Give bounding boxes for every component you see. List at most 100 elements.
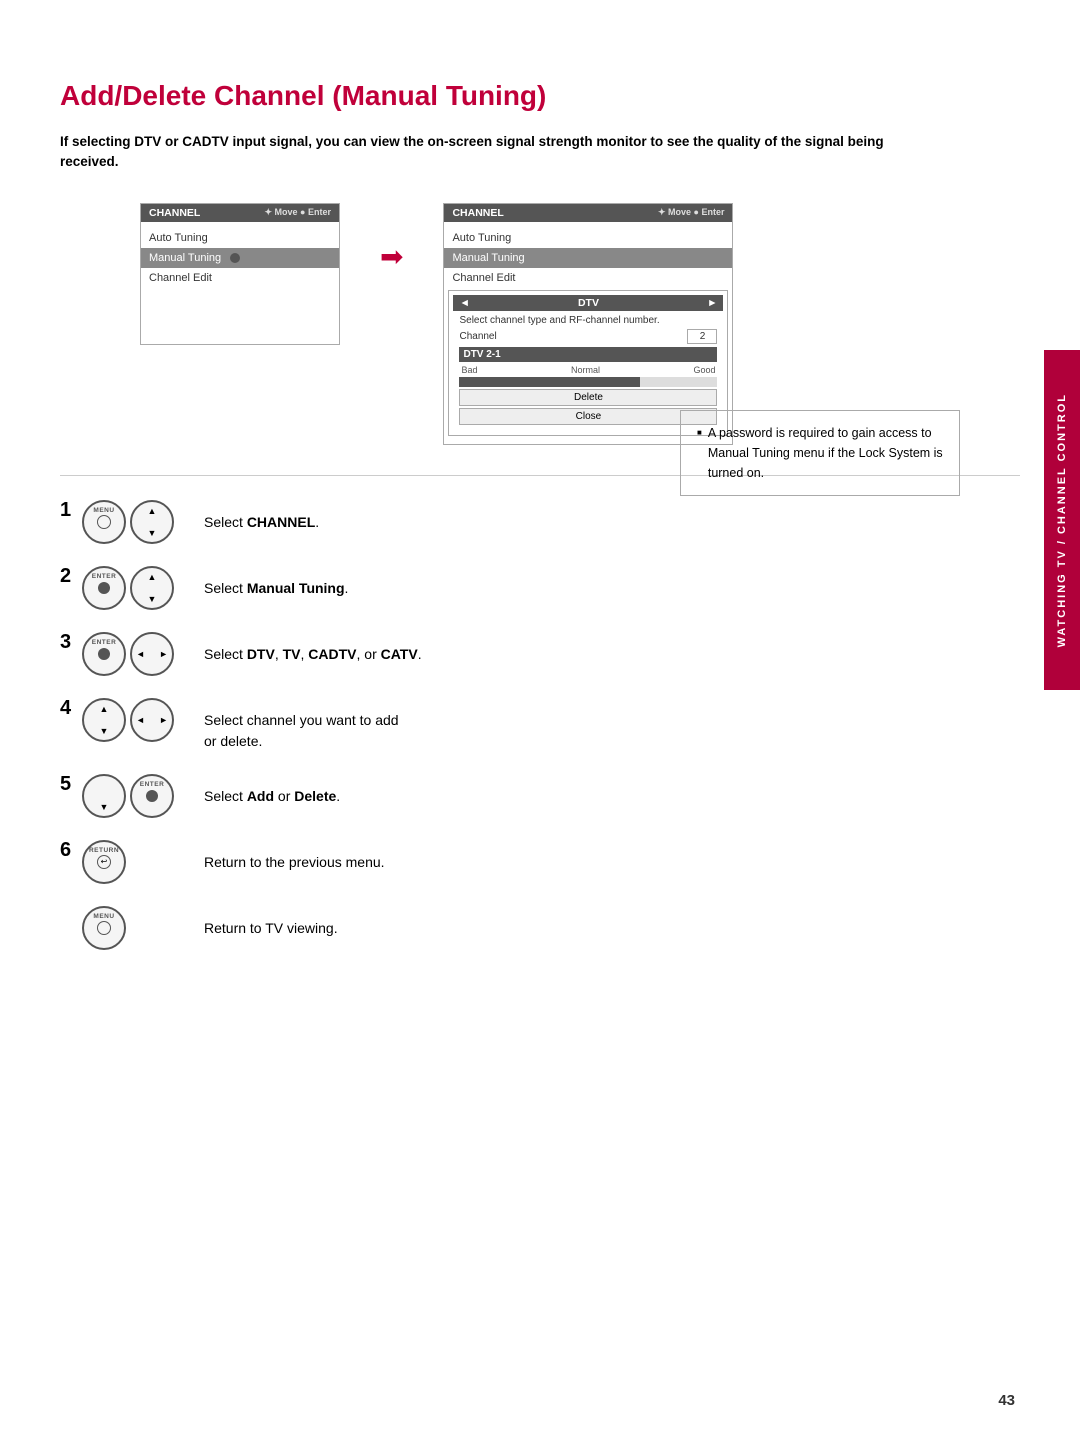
submenu-title: DTV (578, 297, 599, 309)
signal-good: Good (693, 365, 715, 375)
menu-inner-circle (97, 515, 111, 529)
arrow-right-4: ► (159, 715, 168, 725)
enter-dot-2 (98, 582, 110, 594)
enter-dot-3 (98, 648, 110, 660)
menu-header-1: CHANNEL ✦ Move ● Enter (141, 204, 339, 222)
menu-title-1: CHANNEL (149, 207, 200, 219)
step-5-add: Add (247, 788, 274, 804)
menu-item2-manual-tuning: Manual Tuning (444, 248, 732, 268)
menu-box-1: CHANNEL ✦ Move ● Enter Auto Tuning Manua… (140, 203, 340, 345)
step-4: 4 ▲ ▼ ◄ ► Select (60, 698, 680, 752)
nav-updown-icon-4: ▲ ▼ (82, 698, 126, 742)
signal-bar-fill (459, 377, 640, 387)
menu-label-bottom: MENU (93, 913, 114, 920)
step-3-tv: TV (283, 646, 301, 662)
return-label: RETURN (89, 847, 119, 854)
enter-button-icon-5: ENTER (130, 774, 174, 818)
page-description: If selecting DTV or CADTV input signal, … (60, 132, 910, 173)
step-5-text: Select Add or Delete. (204, 774, 340, 807)
signal-normal: Normal (571, 365, 600, 375)
step-2-icon-group: ENTER ▲ ▼ (82, 566, 174, 610)
nav-updown-icon-2: ▲ ▼ (130, 566, 174, 610)
nav-down-icon-5: ▼ (82, 774, 126, 818)
arrow-icon: ➡ (380, 243, 403, 271)
arrow-down-4: ▼ (100, 726, 109, 736)
step-6: 6 RETURN ↩ Return to the previous menu. (60, 840, 680, 884)
arrow-down-5: ▼ (100, 802, 109, 812)
side-tab-label: WATCHING TV / CHANNEL CONTROL (1056, 393, 1068, 647)
nav-leftright-icon-4: ◄ ► (130, 698, 174, 742)
channel-label-row: DTV 2-1 (459, 347, 717, 362)
signal-label-row: Bad Normal Good (459, 365, 717, 375)
main-content: Add/Delete Channel (Manual Tuning) If se… (60, 80, 1020, 972)
signal-bad: Bad (461, 365, 477, 375)
step-menu-bottom: 7 MENU Return to TV viewing. (60, 906, 680, 950)
step-1: 1 MENU ▲ ▼ Sele (60, 500, 680, 544)
page-number: 43 (998, 1392, 1015, 1409)
menu-dot (230, 253, 240, 263)
arrow-up-2: ▲ (148, 572, 157, 582)
submenu-desc: Select channel type and RF-channel numbe… (459, 315, 717, 326)
step-3-catv: CATV (381, 646, 418, 662)
step-3-icon-group: ENTER ◄ ► (82, 632, 174, 676)
arrow-down: ▼ (148, 528, 157, 538)
ui-screenshots-area: CHANNEL ✦ Move ● Enter Auto Tuning Manua… (60, 203, 1020, 445)
menu-item2-auto-tuning: Auto Tuning (444, 228, 732, 248)
note-right: A password is required to gain access to… (680, 500, 1020, 972)
step-5: 5 ▼ ENTER Select Add or Delet (60, 774, 680, 818)
arrow-left-4: ◄ (136, 715, 145, 725)
step-2-bold: Manual Tuning (247, 580, 345, 596)
submenu-arrow-right: ► (707, 297, 717, 309)
step-4-icon-group: ▲ ▼ ◄ ► (82, 698, 174, 742)
delete-button[interactable]: Delete (459, 389, 717, 406)
step-4-number: 4 (60, 698, 78, 718)
menu-label: MENU (93, 507, 114, 514)
steps-with-note: 1 MENU ▲ ▼ Sele (60, 500, 1020, 972)
menu-inner-circle-bottom (97, 921, 111, 935)
return-symbol: ↩ (101, 857, 108, 866)
menu-item2-channel-edit: Channel Edit (444, 268, 732, 288)
enter-dot-5 (146, 790, 158, 802)
step-3: 3 ENTER ◄ ► Sel (60, 632, 680, 676)
step-2-number: 2 (60, 566, 78, 586)
step-1-icons: 1 MENU ▲ ▼ (60, 500, 190, 544)
submenu-channel-label: Channel (459, 331, 496, 342)
enter-button-icon-2: ENTER (82, 566, 126, 610)
step-4-text: Select channel you want to addor delete. (204, 698, 399, 752)
arrow-right-3: ► (159, 649, 168, 659)
page-title: Add/Delete Channel (Manual Tuning) (60, 80, 1020, 112)
submenu-arrow-left: ◄ (459, 297, 469, 309)
return-inner: ↩ (97, 855, 111, 869)
step-3-icons: 3 ENTER ◄ ► (60, 632, 190, 676)
step-2-icons: 2 ENTER ▲ ▼ (60, 566, 190, 610)
step-1-text: Select CHANNEL. (204, 500, 319, 533)
step-2-text: Select Manual Tuning. (204, 566, 348, 599)
menu-body-1: Auto Tuning Manual Tuning Channel Edit (141, 222, 339, 344)
step-1-bold: CHANNEL (247, 514, 315, 530)
arrow-left-3: ◄ (136, 649, 145, 659)
step-menu-bottom-text: Return to TV viewing. (204, 906, 338, 939)
return-button-icon: RETURN ↩ (82, 840, 126, 884)
submenu-channel-row: Channel 2 (459, 329, 717, 344)
menu-box-2: CHANNEL ✦ Move ● Enter Auto Tuning Manua… (443, 203, 733, 445)
menu-header-2: CHANNEL ✦ Move ● Enter (444, 204, 732, 222)
step-1-number: 1 (60, 500, 78, 520)
steps-left: 1 MENU ▲ ▼ Sele (60, 500, 680, 972)
menu-item-manual-tuning: Manual Tuning (141, 248, 339, 268)
submenu-channel-value: 2 (687, 329, 717, 344)
enter-label-2: ENTER (92, 573, 117, 580)
step-3-text: Select DTV, TV, CADTV, or CATV. (204, 632, 422, 665)
step-4-icons: 4 ▲ ▼ ◄ ► (60, 698, 190, 742)
step-3-cadtv: CADTV (308, 646, 356, 662)
step-6-icon-group: RETURN ↩ (82, 840, 126, 884)
arrow-up: ▲ (148, 506, 157, 516)
step-5-icon-group: ▼ ENTER (82, 774, 174, 818)
step-6-number: 6 (60, 840, 78, 860)
step-menu-bottom-icons: 7 MENU (60, 906, 190, 950)
note-text: A password is required to gain access to… (697, 423, 943, 483)
arrow-down-2: ▼ (148, 594, 157, 604)
close-button[interactable]: Close (459, 408, 717, 425)
enter-label-3: ENTER (92, 639, 117, 646)
step-3-number: 3 (60, 632, 78, 652)
step-5-delete: Delete (294, 788, 336, 804)
